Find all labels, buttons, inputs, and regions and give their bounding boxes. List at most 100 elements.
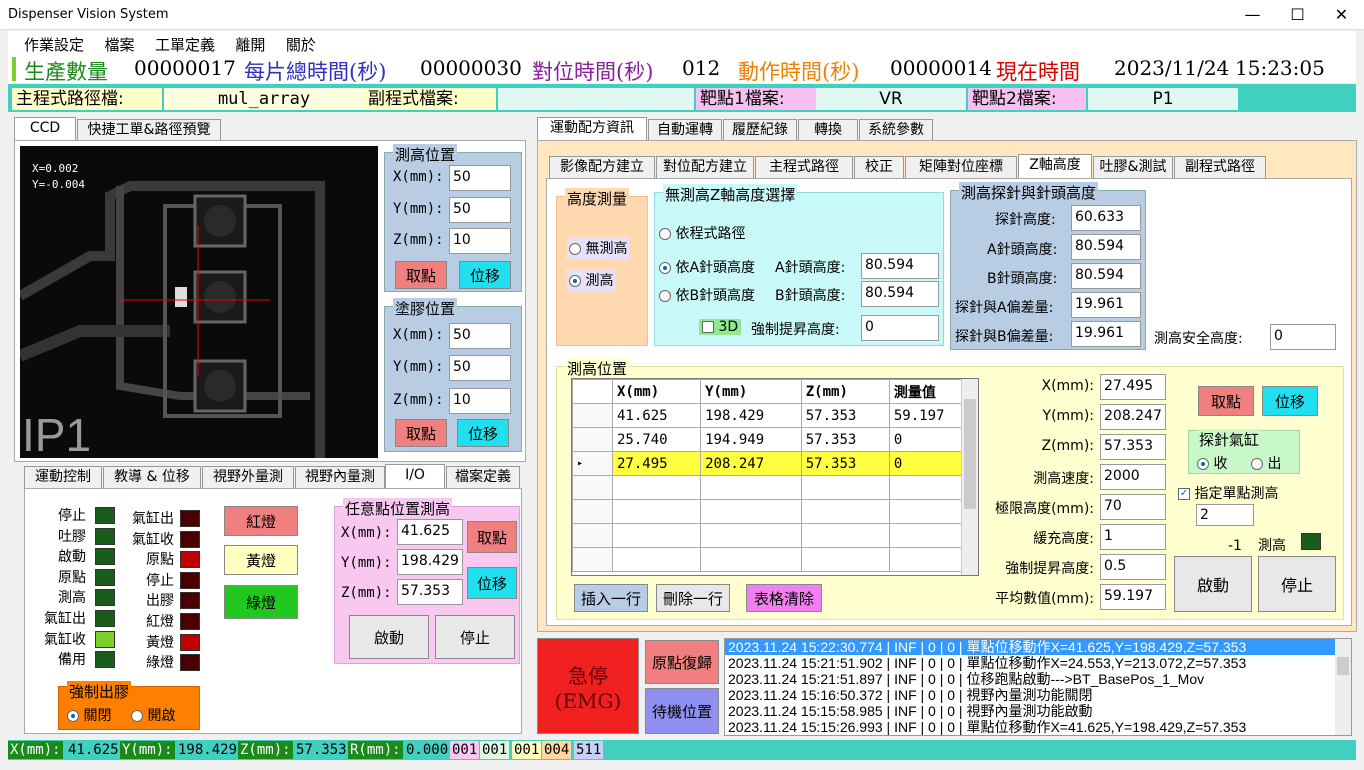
safe-height-input[interactable]: 0 xyxy=(1270,324,1336,350)
red-light-button[interactable]: 紅燈 xyxy=(224,506,298,536)
by-a-radio[interactable] xyxy=(659,262,671,274)
menu-file[interactable]: 檔案 xyxy=(104,34,134,55)
probe-b-input[interactable]: 80.594 xyxy=(1071,263,1141,289)
probe-move-button[interactable]: 位移 xyxy=(1262,386,1318,416)
param-input[interactable]: 208.247 xyxy=(1100,404,1166,430)
clear-table-button[interactable]: 表格清除 xyxy=(746,584,822,612)
three-d-check[interactable] xyxy=(702,321,714,333)
table-row[interactable]: 25.740 194.949 57.353 0 xyxy=(572,427,978,452)
camera-view[interactable]: X=0.002 Y=-0.004 IP1 xyxy=(20,146,378,458)
gp-x-input[interactable]: 50 xyxy=(449,323,511,349)
tab-inner-measure[interactable]: 視野內量測 xyxy=(295,466,385,488)
column-header[interactable]: Z(mm) xyxy=(800,379,890,404)
gp-pick-button[interactable]: 取點 xyxy=(395,419,447,447)
single-point-spinner[interactable]: 2 xyxy=(1196,504,1254,526)
measure-table[interactable]: X(mm) Y(mm) Z(mm) 測量值 41.625 198.429 57.353 59… xyxy=(571,378,979,576)
force-on-radio[interactable] xyxy=(131,710,143,722)
ap-stop-button[interactable]: 停止 xyxy=(435,615,515,659)
ap-move-button[interactable]: 位移 xyxy=(467,567,517,599)
table-row[interactable] xyxy=(572,547,978,572)
table-row[interactable]: ▸ 27.495 208.247 57.353 0 xyxy=(572,451,978,476)
param-input[interactable]: 1 xyxy=(1100,524,1166,550)
table-row[interactable]: 41.625 198.429 57.353 59.197 xyxy=(572,403,978,428)
row-header[interactable] xyxy=(572,403,613,428)
sub-tab[interactable]: Z軸高度 xyxy=(1018,154,1092,178)
probe-height-input[interactable]: 60.633 xyxy=(1071,205,1141,231)
measure-radio[interactable] xyxy=(569,275,581,287)
maximize-button[interactable]: ☐ xyxy=(1275,0,1320,30)
gp-y-input[interactable]: 50 xyxy=(449,355,511,381)
table-row[interactable] xyxy=(572,499,978,524)
single-point-check[interactable]: ✓ xyxy=(1178,488,1190,500)
tab-ccd[interactable]: CCD xyxy=(14,117,76,141)
zs-force-input[interactable]: 0 xyxy=(861,315,939,341)
tab-motion-control[interactable]: 運動控制 xyxy=(24,466,102,488)
force-off-option[interactable]: 關閉 xyxy=(67,705,111,725)
table-cell[interactable] xyxy=(611,523,702,548)
ap-y-input[interactable]: 198.429 xyxy=(397,549,463,575)
probe-stop-button[interactable]: 停止 xyxy=(1258,556,1336,612)
table-cell[interactable]: 41.625 xyxy=(611,403,702,428)
log-entry[interactable]: 2023.11.24 15:21:51.902 | INF | 0 | 0 | … xyxy=(725,655,1351,671)
mp-y-input[interactable]: 50 xyxy=(449,197,511,223)
table-row[interactable] xyxy=(572,523,978,548)
table-cell[interactable] xyxy=(700,547,802,572)
row-header[interactable] xyxy=(572,547,613,572)
sub-tab[interactable]: 主程式路徑 xyxy=(755,156,853,178)
tab-io[interactable]: I/O xyxy=(385,464,445,488)
gp-move-button[interactable]: 位移 xyxy=(457,419,509,447)
probe-da-input[interactable]: 19.961 xyxy=(1071,292,1141,318)
tab-quick-workorder[interactable]: 快捷工單&路徑預覽 xyxy=(77,119,221,141)
table-cell[interactable] xyxy=(800,523,890,548)
log-entry[interactable]: 2023.11.24 15:15:58.985 | INF | 0 | 0 | … xyxy=(725,703,1351,719)
param-input[interactable]: 27.495 xyxy=(1100,374,1166,400)
probe-a-input[interactable]: 80.594 xyxy=(1071,234,1141,260)
mp-move-button[interactable]: 位移 xyxy=(459,261,511,289)
log-scroll-thumb[interactable] xyxy=(1337,657,1349,675)
gp-z-input[interactable]: 10 xyxy=(449,388,511,414)
table-cell[interactable]: 57.353 xyxy=(800,427,890,452)
retract-radio[interactable] xyxy=(1197,458,1209,470)
probe-start-button[interactable]: 啟動 xyxy=(1174,556,1252,612)
table-cell[interactable] xyxy=(611,499,702,524)
extend-option[interactable]: 出 xyxy=(1251,453,1281,473)
ap-x-input[interactable]: 41.625 xyxy=(397,519,463,545)
table-cell[interactable] xyxy=(800,547,890,572)
table-cell[interactable] xyxy=(800,499,890,524)
no-measure-option[interactable]: 無測高 xyxy=(567,237,630,259)
sub-tab[interactable]: 對位配方建立 xyxy=(656,156,754,178)
row-header[interactable]: ▸ xyxy=(572,451,613,476)
log-scrollbar[interactable] xyxy=(1335,639,1351,735)
by-b-option[interactable]: 依B針頭高度 xyxy=(659,285,755,305)
emergency-stop-button[interactable]: 急停 (EMG) xyxy=(537,638,639,734)
param-input[interactable]: 0.5 xyxy=(1100,554,1166,580)
by-b-radio[interactable] xyxy=(659,290,671,302)
tab-history[interactable]: 履歷紀錄 xyxy=(723,119,797,141)
mp-x-input[interactable]: 50 xyxy=(449,165,511,191)
column-header[interactable]: Y(mm) xyxy=(700,379,802,404)
table-scroll-thumb[interactable] xyxy=(964,399,976,509)
table-cell[interactable]: 27.495 xyxy=(611,451,702,476)
table-cell[interactable] xyxy=(800,475,890,500)
tab-convert[interactable]: 轉換 xyxy=(798,119,858,141)
tab-teach-move[interactable]: 教導 & 位移 xyxy=(103,466,201,488)
log-panel[interactable]: 2023.11.24 15:22:30.774 | INF | 0 | 0 | … xyxy=(724,638,1352,736)
table-cell[interactable] xyxy=(611,475,702,500)
table-cell[interactable] xyxy=(700,475,802,500)
sub-tab[interactable]: 矩陣對位座標 xyxy=(905,156,1017,178)
menu-exit[interactable]: 離開 xyxy=(235,34,265,55)
row-header[interactable] xyxy=(572,475,613,500)
minimize-button[interactable]: — xyxy=(1230,0,1275,30)
by-program-option[interactable]: 依程式路徑 xyxy=(659,223,745,243)
retract-option[interactable]: 收 xyxy=(1197,453,1227,473)
menu-settings[interactable]: 作業設定 xyxy=(24,34,84,55)
ap-z-input[interactable]: 57.353 xyxy=(397,579,463,605)
param-input[interactable]: 59.197 xyxy=(1100,584,1166,610)
standby-position-button[interactable]: 待機位置 xyxy=(645,688,719,734)
param-input[interactable]: 57.353 xyxy=(1100,434,1166,460)
mp-z-input[interactable]: 10 xyxy=(449,228,511,254)
yellow-light-button[interactable]: 黃燈 xyxy=(224,545,298,575)
zs-b-input[interactable]: 80.594 xyxy=(861,281,939,307)
insert-row-button[interactable]: 插入一行 xyxy=(574,584,648,612)
single-point-option[interactable]: ✓ 指定單點測高 xyxy=(1178,483,1278,503)
